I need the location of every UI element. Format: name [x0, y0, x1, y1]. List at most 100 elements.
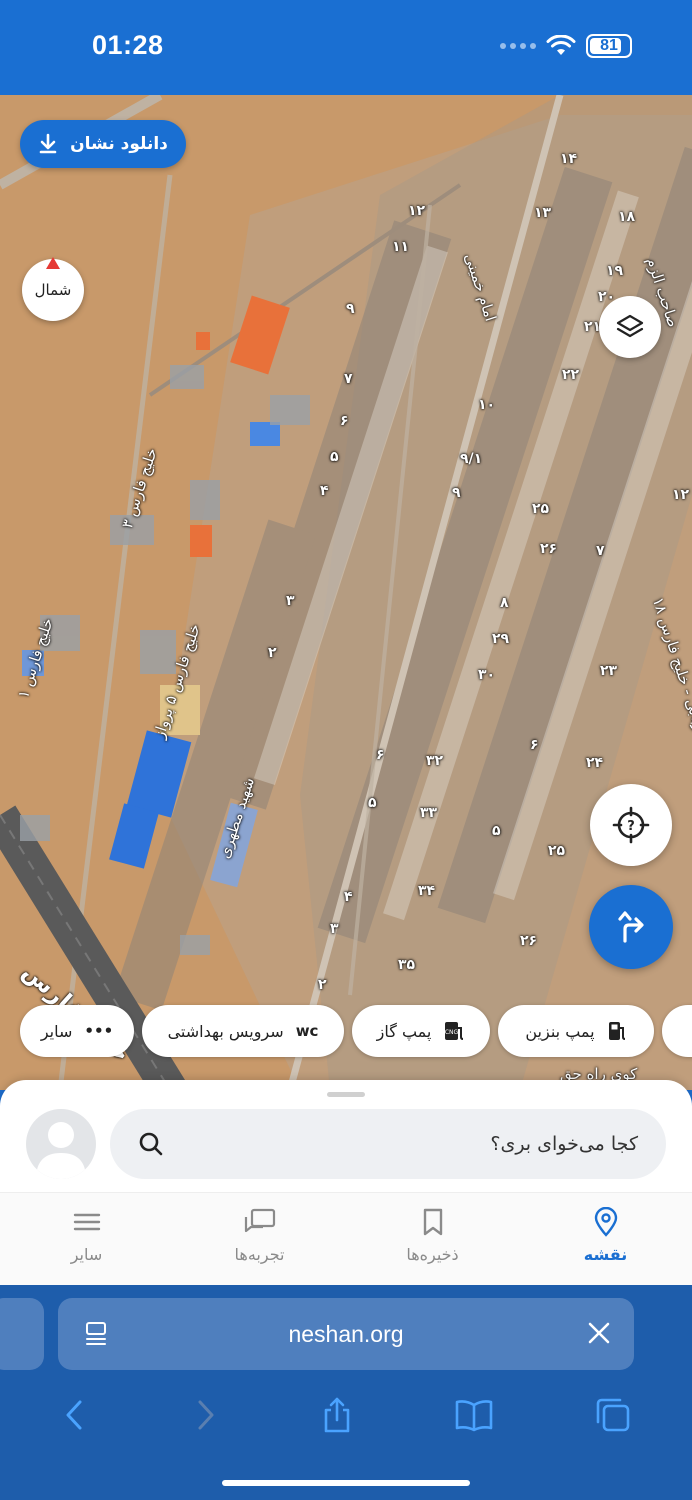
map-label-number: ۱۲ — [672, 487, 690, 503]
directions-arrow-icon — [618, 911, 644, 943]
download-icon — [39, 133, 57, 154]
tabs-icon[interactable] — [594, 1396, 632, 1434]
bottom-nav: نقشه ذخیره‌ها تجربه‌ها سایر — [0, 1192, 692, 1285]
wifi-icon — [546, 35, 576, 55]
status-time: 01:28 — [92, 30, 164, 60]
battery-icon: 81 — [586, 34, 632, 58]
map-label-number: ۲۹ — [492, 631, 510, 647]
map-label-number: ۶ — [376, 747, 385, 763]
nav-item-experiences[interactable]: تجربه‌ها — [173, 1193, 346, 1285]
map-label-number: ۳۰ — [478, 667, 496, 683]
map-label-number: ۱۸ — [618, 209, 636, 225]
map-label-number: ۹ — [346, 301, 355, 317]
chip-cng-label: پمپ گاز — [376, 1021, 432, 1041]
map-label-number: ۱۴ — [560, 151, 578, 167]
download-app-button[interactable]: دانلود نشان — [20, 120, 186, 168]
cellular-signal-icon — [500, 43, 536, 49]
my-location-button[interactable]: ? — [590, 784, 672, 866]
battery-level: 81 — [600, 37, 618, 54]
map-label-number: ۱۱ — [392, 239, 410, 255]
nav-label-map: نقشه — [583, 1245, 628, 1264]
user-icon — [36, 1122, 86, 1179]
map-layers-button[interactable] — [599, 296, 661, 358]
url-text: neshan.org — [288, 1320, 404, 1347]
forward-icon[interactable] — [190, 1398, 220, 1432]
map-label-number: ۳ — [286, 593, 295, 609]
nav-item-more[interactable]: سایر — [0, 1193, 173, 1285]
map-label-number: ۲۵ — [548, 843, 566, 859]
chat-bubbles-icon — [244, 1208, 275, 1233]
search-icon — [139, 1132, 163, 1156]
map-label-number: ۲۵ — [532, 501, 550, 517]
chip-fuel-label: پمپ بنزین — [525, 1021, 595, 1041]
map-label-number: ۷ — [344, 371, 353, 387]
menu-lines-icon — [73, 1213, 100, 1231]
directions-button[interactable] — [589, 885, 673, 969]
svg-text:?: ? — [627, 819, 635, 834]
status-indicators: 81 — [500, 34, 632, 58]
map-label-number: ۳۲ — [426, 753, 444, 769]
map-label-number: ۴ — [344, 889, 353, 905]
wc-icon: wc — [295, 1022, 319, 1040]
back-icon[interactable] — [60, 1398, 90, 1432]
browser-chrome: neshan.org — [0, 1285, 692, 1500]
map-label-number: ۶ — [340, 413, 349, 429]
svg-text:CNG: CNG — [445, 1029, 459, 1036]
map-label-number: ۹ — [452, 485, 461, 501]
map-label-number: ۹/۱ — [460, 451, 483, 467]
home-indicator[interactable] — [222, 1480, 470, 1486]
map-label-number: ۱۰ — [478, 397, 496, 413]
map-label-number: ۵ — [368, 795, 377, 811]
map-label-number: ۶ — [530, 737, 539, 753]
compass-needle-icon — [46, 257, 60, 269]
map-label-number: ۲۳ — [600, 663, 618, 679]
fuel-pump-icon — [608, 1022, 625, 1040]
nav-label-experiences: تجربه‌ها — [234, 1245, 285, 1264]
more-dots-icon: ••• — [84, 1022, 114, 1040]
compass-button[interactable]: شمال — [22, 257, 84, 321]
search-input[interactable]: کجا می‌خوای بری؟ — [110, 1109, 666, 1179]
map-label-number: ۱۲ — [408, 203, 426, 219]
page-menu-icon[interactable] — [84, 1320, 114, 1348]
map-label-number: ۵ — [330, 449, 339, 465]
map-label-number: ۳۴ — [418, 883, 436, 899]
sheet-drag-handle[interactable] — [327, 1092, 365, 1097]
map-label-number: ۱۹ — [606, 263, 624, 279]
map-imagery — [0, 95, 692, 1090]
search-placeholder: کجا می‌خوای بری؟ — [490, 1133, 638, 1155]
bottom-sheet: کجا می‌خوای بری؟ نقشه ذخیره‌ها تجربه‌ها — [0, 1080, 692, 1285]
map-label-number: ۲۶ — [520, 933, 538, 949]
chip-more[interactable]: ••• سایر — [20, 1005, 134, 1057]
avatar[interactable] — [26, 1109, 96, 1179]
map-label-number: ۳۳ — [420, 805, 438, 821]
satellite-map[interactable]: خلیج فارس خلیج فارس ۳ خلیج فارس ۱ خلیج ف… — [0, 95, 692, 1090]
map-label-number: ۲ — [318, 977, 327, 993]
map-label-number: ۱۳ — [534, 205, 552, 221]
chip-more-label: سایر — [40, 1021, 73, 1041]
layers-icon — [616, 314, 644, 338]
address-bar[interactable]: neshan.org — [58, 1298, 634, 1370]
chip-wc-label: سرویس بهداشتی — [167, 1021, 284, 1041]
compass-label: شمال — [34, 281, 72, 299]
bookmarks-book-icon[interactable] — [454, 1398, 494, 1432]
nav-item-map[interactable]: نقشه — [519, 1193, 692, 1285]
map-label-number: ۳۵ — [398, 957, 416, 973]
status-bar: 01:28 81 — [0, 0, 692, 95]
previous-tab[interactable] — [0, 1298, 44, 1370]
cng-pump-icon: CNG — [445, 1022, 464, 1040]
map-label-number: ۴ — [320, 483, 329, 499]
nav-label-saved: ذخیره‌ها — [406, 1245, 459, 1264]
chip-cng[interactable]: CNG پمپ گاز — [352, 1005, 490, 1057]
map-label-number: ۲۶ — [540, 541, 558, 557]
browser-toolbar — [0, 1385, 692, 1445]
chip-fuel[interactable]: پمپ بنزین — [498, 1005, 654, 1057]
nav-label-more: سایر — [70, 1245, 103, 1264]
map-label-number: ۵ — [492, 823, 501, 839]
nav-item-saved[interactable]: ذخیره‌ها — [346, 1193, 519, 1285]
chip-wc[interactable]: wc سرویس بهداشتی — [142, 1005, 344, 1057]
bookmark-icon — [423, 1208, 442, 1236]
close-icon[interactable] — [586, 1320, 612, 1346]
map-label-number: ۲۲ — [562, 367, 580, 383]
share-icon[interactable] — [320, 1396, 354, 1434]
map-label-number: ۲ — [268, 645, 277, 661]
